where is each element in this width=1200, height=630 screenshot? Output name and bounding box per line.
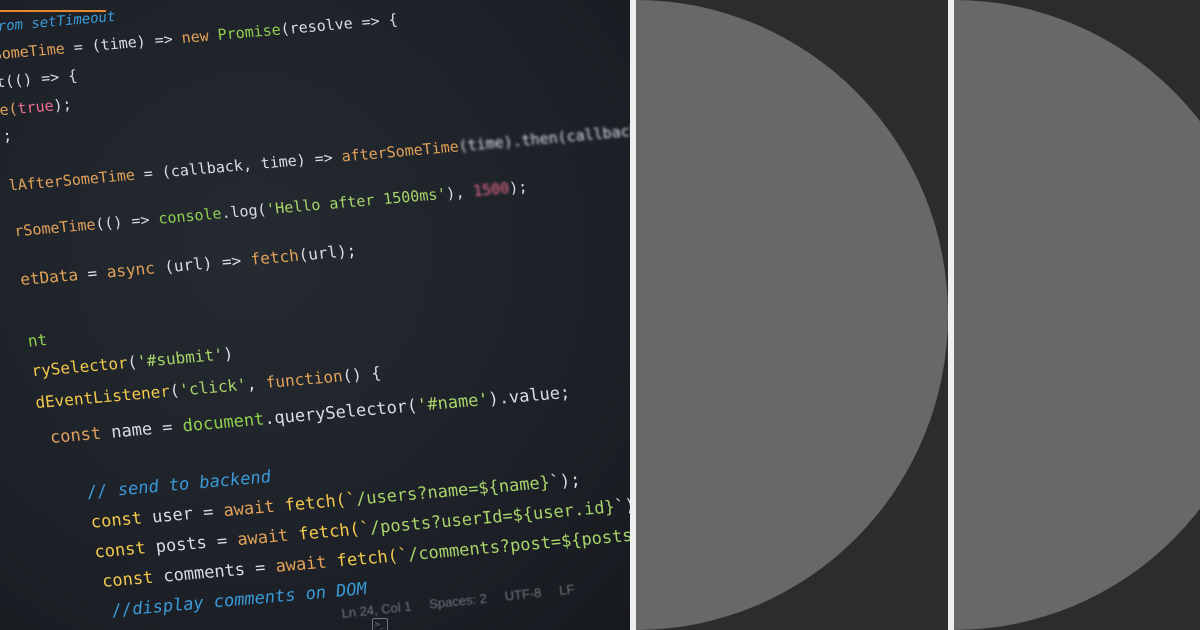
- code-token: const: [72, 538, 147, 565]
- code-token: etData: [19, 265, 80, 290]
- code-token: true: [16, 96, 55, 118]
- code-token: function: [264, 366, 344, 393]
- code-line: rySelector('#submit'): [30, 344, 234, 381]
- code-token: user =: [140, 501, 225, 529]
- gray-panel-middle: [636, 0, 948, 630]
- code-token: ;: [1, 126, 13, 146]
- code-token: '#submit': [135, 344, 225, 372]
- code-line: nt: [27, 330, 49, 351]
- half-circle-right: [954, 0, 1200, 630]
- code-token: (url);: [297, 240, 358, 265]
- code-token: comments =: [152, 556, 277, 588]
- code-line: lAfterSomeTime = (callback, time) => aft…: [8, 119, 630, 194]
- code-token: rySelector: [30, 353, 129, 381]
- code-token: (time).then(callback));: [457, 119, 630, 156]
- code-token: ,: [245, 373, 267, 394]
- code-token: =: [76, 262, 108, 284]
- code-line: from setTimeout: [0, 9, 116, 36]
- code-token: fetch(`: [325, 545, 410, 573]
- gray-panel-right: [954, 0, 1200, 630]
- code-token: from setTimeout: [0, 8, 117, 36]
- code-token: lAfterSomeTime: [7, 165, 136, 195]
- status-spaces: Spaces: 2: [428, 590, 488, 612]
- code-token: rSomeTime: [13, 215, 97, 241]
- code-line: ;: [2, 126, 13, 145]
- code-token: t(() => {: [0, 66, 79, 92]
- code-token: Promise: [207, 20, 282, 45]
- status-line-col: Ln 24, Col 1: [340, 598, 413, 621]
- code-token: dEventListener: [34, 381, 171, 413]
- code-token: (() =>: [94, 209, 160, 234]
- code-token: fetch(`: [287, 518, 372, 546]
- code-token: );: [508, 177, 529, 198]
- code-line: etData = async (url) => fetch(url);: [19, 241, 357, 289]
- code-token: (url) =>: [153, 249, 252, 278]
- status-encoding: UTF-8: [503, 584, 543, 604]
- code-token: const: [38, 423, 103, 449]
- code-token: nt: [26, 330, 49, 351]
- code-token: fetch: [249, 245, 300, 269]
- code-token: SomeTime: [0, 39, 66, 64]
- code-editor-photo: from setTimeout SomeTime = (time) => new …: [0, 0, 630, 630]
- code-token: async: [105, 258, 156, 282]
- code-token: posts =: [144, 530, 239, 559]
- code-line: e(true);: [0, 95, 73, 119]
- code-token: = (callback, time) =>: [133, 147, 343, 184]
- code-token: name =: [99, 416, 184, 444]
- code-token: await: [222, 496, 276, 522]
- code-token: console: [157, 204, 223, 228]
- code-token: /users?name=${name}: [354, 472, 552, 510]
- code-token: .querySelector(: [263, 396, 419, 430]
- code-surface: from setTimeout SomeTime = (time) => new …: [0, 0, 630, 630]
- code-token: const: [69, 508, 144, 535]
- code-token: );: [52, 95, 73, 115]
- code-token: await: [236, 525, 290, 551]
- code-token: (resolve => {: [279, 10, 399, 39]
- code-token: document: [181, 409, 266, 437]
- code-token: = (time) =>: [63, 29, 183, 58]
- code-line: t(() => {: [0, 66, 78, 91]
- code-token: ),: [445, 182, 475, 203]
- code-token: 'Hello after 1500ms': [265, 184, 448, 219]
- code-token: '#name': [415, 389, 490, 416]
- code-token: await: [274, 552, 328, 577]
- code-token: `);: [613, 494, 630, 518]
- code-token: .log(: [220, 200, 268, 223]
- status-eol: LF: [558, 581, 576, 598]
- code-token: new: [180, 26, 210, 48]
- code-token: ).value;: [487, 382, 572, 410]
- code-token: () {: [341, 363, 383, 386]
- code-token: fetch(`: [273, 489, 358, 517]
- code-token: afterSomeTime: [340, 137, 460, 166]
- code-token: ): [222, 343, 235, 364]
- code-token: 1500: [472, 179, 511, 201]
- code-token: `);: [548, 470, 582, 493]
- code-token: 'click': [178, 374, 248, 400]
- half-circle-middle: [636, 0, 948, 630]
- code-token: const: [80, 567, 155, 594]
